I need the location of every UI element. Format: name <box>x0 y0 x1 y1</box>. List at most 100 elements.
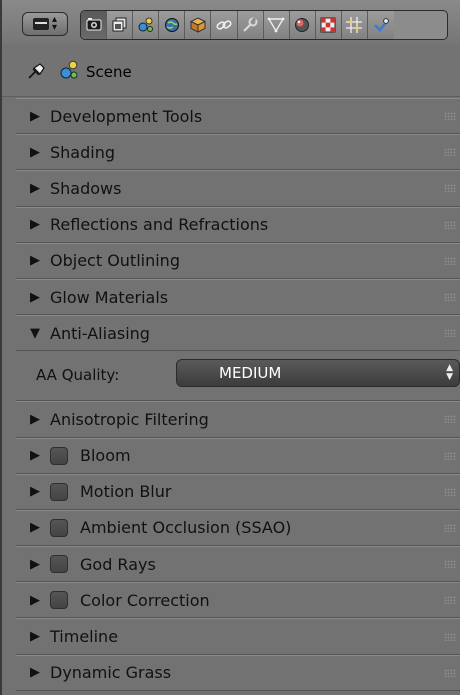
panel-header-glow-materials[interactable]: ▶ Glow Materials <box>16 278 460 316</box>
disclosure-collapsed-icon[interactable]: ▶ <box>30 217 40 232</box>
object-icon <box>189 17 207 33</box>
context-tabs <box>80 10 448 40</box>
tab-world[interactable] <box>159 11 186 39</box>
aa-quality-dropdown[interactable]: MEDIUM ▲ ▼ <box>176 359 460 388</box>
drag-grip-icon[interactable] <box>444 560 456 569</box>
panel-enable-checkbox[interactable] <box>50 482 68 501</box>
drag-grip-icon[interactable] <box>444 523 456 532</box>
drag-grip-icon[interactable] <box>444 668 456 677</box>
drag-grip-icon[interactable] <box>444 220 456 229</box>
context-scene-label: Scene <box>86 63 132 81</box>
panel-header-reflections-and-refractions[interactable]: ▶ Reflections and Refractions <box>16 206 460 243</box>
tab-scene[interactable] <box>133 11 160 39</box>
disclosure-collapsed-icon[interactable]: ▶ <box>30 448 40 463</box>
disclosure-collapsed-icon[interactable]: ▶ <box>30 629 40 644</box>
disclosure-collapsed-icon[interactable]: ▶ <box>30 557 40 572</box>
tab-object[interactable] <box>185 11 212 39</box>
panel-header-bloom[interactable]: ▶ Bloom <box>16 437 460 474</box>
drag-grip-icon[interactable] <box>444 596 456 605</box>
panel-enable-checkbox[interactable] <box>50 518 68 537</box>
drag-grip-icon[interactable] <box>444 632 456 641</box>
disclosure-collapsed-icon[interactable]: ▶ <box>30 520 40 535</box>
panel-title: Shading <box>50 142 115 162</box>
tab-render[interactable] <box>81 11 108 39</box>
panel-title: Ambient Occlusion (SSAO) <box>80 518 292 538</box>
panel-header-god-rays[interactable]: ▶ God Rays <box>16 546 460 583</box>
disclosure-collapsed-icon[interactable]: ▶ <box>30 412 40 427</box>
panel-header-shading[interactable]: ▶ Shading <box>16 134 460 171</box>
panel-title: Development Tools <box>50 106 203 126</box>
anti-aliasing-panel-body: AA Quality: MEDIUM ▲ ▼ <box>16 351 460 402</box>
header-toolbar: ▴ ▾ <box>2 0 460 45</box>
panel-list: ▶ Development Tools ▶ Shading ▶ Shadows ▶ Refle… <box>16 98 460 691</box>
drag-grip-icon[interactable] <box>444 293 456 302</box>
tab-constraints[interactable] <box>211 11 238 39</box>
panel-title: Anisotropic Filtering <box>50 409 209 429</box>
disclosure-collapsed-icon[interactable]: ▶ <box>30 665 40 680</box>
tab-data[interactable] <box>263 11 290 39</box>
tab-physics[interactable] <box>368 11 395 39</box>
updown-arrows-icon: ▴ ▾ <box>51 14 58 33</box>
panel-title: Anti-Aliasing <box>50 323 150 343</box>
panel-header-ambient-occlusion-ssao[interactable]: ▶ Ambient Occlusion (SSAO) <box>16 509 460 547</box>
panel-title: Object Outlining <box>50 251 180 271</box>
disclosure-expanded-icon[interactable]: ▼ <box>30 326 40 341</box>
panel-title: Reflections and Refractions <box>50 215 269 235</box>
disclosure-collapsed-icon[interactable]: ▶ <box>30 484 40 499</box>
tab-modifiers[interactable] <box>237 11 264 39</box>
drag-grip-icon[interactable] <box>444 415 456 424</box>
panel-title: Shadows <box>50 178 122 198</box>
disclosure-collapsed-icon[interactable]: ▶ <box>30 109 40 124</box>
panel-header-dynamic-grass[interactable]: ▶ Dynamic Grass <box>16 654 460 691</box>
panel-enable-checkbox[interactable] <box>50 555 68 574</box>
disclosure-collapsed-icon[interactable]: ▶ <box>30 290 40 305</box>
drag-grip-icon[interactable] <box>444 184 456 193</box>
aa-quality-value: MEDIUM <box>219 364 282 383</box>
world-icon <box>164 18 179 32</box>
data-icon <box>267 17 285 33</box>
physics-icon <box>374 18 390 32</box>
panel-header-timeline[interactable]: ▶ Timeline <box>16 618 460 655</box>
panel-enable-checkbox[interactable] <box>50 591 68 610</box>
texture-icon <box>320 17 336 33</box>
drag-grip-icon[interactable] <box>444 451 456 460</box>
panel-header-development-tools[interactable]: ▶ Development Tools <box>16 98 460 135</box>
disclosure-collapsed-icon[interactable]: ▶ <box>30 593 40 608</box>
panel-enable-checkbox[interactable] <box>50 446 68 465</box>
drag-grip-icon[interactable] <box>444 256 456 265</box>
tab-render-layers[interactable] <box>107 11 134 39</box>
editor-type-button[interactable]: ▴ ▾ <box>22 12 68 36</box>
particles-icon <box>346 17 363 33</box>
panel-header-motion-blur[interactable]: ▶ Motion Blur <box>16 473 460 510</box>
tab-particles[interactable] <box>341 11 369 39</box>
pin-icon[interactable] <box>26 62 46 80</box>
tab-texture[interactable] <box>315 11 342 39</box>
panel-title: Dynamic Grass <box>50 663 172 683</box>
disclosure-collapsed-icon[interactable]: ▶ <box>30 181 40 196</box>
constraints-icon <box>216 20 232 30</box>
properties-editor-icon <box>32 18 49 30</box>
drag-grip-icon[interactable] <box>444 487 456 496</box>
disclosure-collapsed-icon[interactable]: ▶ <box>30 253 40 268</box>
panel-title: God Rays <box>80 554 156 574</box>
drag-grip-icon[interactable] <box>444 148 456 157</box>
modifiers-icon <box>243 17 258 32</box>
panel-title: Motion Blur <box>80 482 172 502</box>
material-icon <box>295 18 310 32</box>
panel-header-shadows[interactable]: ▶ Shadows <box>16 170 460 207</box>
panel-header-object-outlining[interactable]: ▶ Object Outlining <box>16 242 460 279</box>
panel-title: Color Correction <box>80 590 210 610</box>
panel-header-anti-aliasing[interactable]: ▼ Anti-Aliasing <box>16 315 460 352</box>
render-camera-icon <box>86 18 102 31</box>
scene-icon <box>60 60 78 79</box>
drag-grip-icon[interactable] <box>444 112 456 121</box>
panel-header-anisotropic-filtering[interactable]: ▶ Anisotropic Filtering <box>16 401 460 438</box>
updown-arrows-icon: ▲ ▼ <box>446 363 453 383</box>
tab-material[interactable] <box>289 11 316 39</box>
render-layers-icon <box>112 17 127 32</box>
drag-grip-icon[interactable] <box>444 329 456 338</box>
panel-header-color-correction[interactable]: ▶ Color Correction <box>16 582 460 619</box>
panel-title: Timeline <box>50 627 119 647</box>
disclosure-collapsed-icon[interactable]: ▶ <box>30 145 40 160</box>
panel-title: Bloom <box>80 446 131 466</box>
